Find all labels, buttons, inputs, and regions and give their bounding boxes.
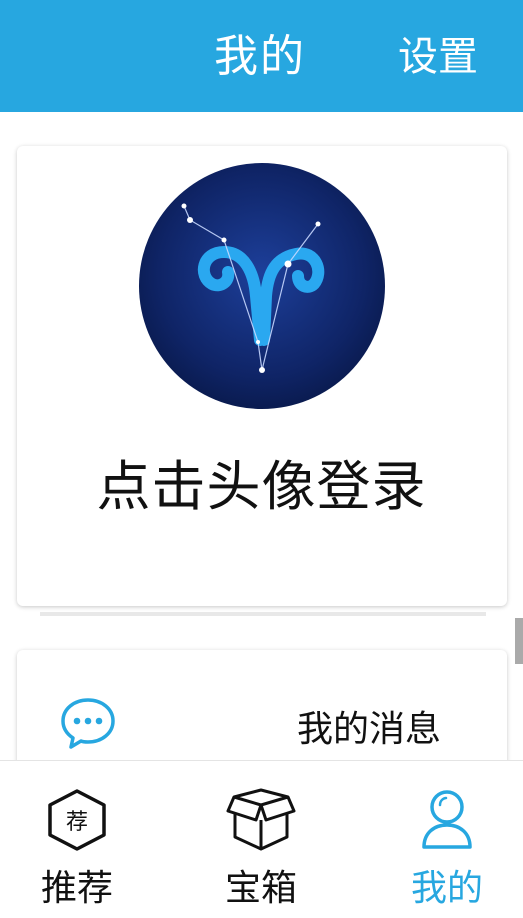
scrollbar-thumb[interactable] xyxy=(515,618,523,664)
tab-treasure-box[interactable]: 宝箱 xyxy=(186,761,336,918)
menu-item-label: 我的消息 xyxy=(297,709,442,750)
menu-item-messages[interactable]: 我的消息 xyxy=(17,680,507,760)
page-title: 我的 xyxy=(214,31,306,82)
top-app-bar: 我的 设置 xyxy=(0,0,523,112)
login-prompt[interactable]: 点击头像登录 xyxy=(0,442,523,521)
tab-label: 我的 xyxy=(410,868,483,909)
user-icon xyxy=(422,790,472,849)
avatar-aries-icon[interactable] xyxy=(138,162,386,410)
message-bubble-icon xyxy=(61,698,115,749)
settings-button[interactable]: 设置 xyxy=(398,24,478,82)
bottom-tab-bar: 荐 推荐 宝箱 我的 xyxy=(0,760,523,918)
tab-recommend-badge: 荐 xyxy=(66,810,88,835)
tab-recommend[interactable]: 荐 推荐 xyxy=(2,761,152,918)
divider xyxy=(40,612,486,616)
tab-label: 宝箱 xyxy=(224,868,297,909)
box-icon xyxy=(226,788,296,851)
tab-mine[interactable]: 我的 xyxy=(372,761,522,918)
hexagon-recommend-icon: 荐 xyxy=(48,789,106,851)
tab-label: 推荐 xyxy=(40,868,113,909)
